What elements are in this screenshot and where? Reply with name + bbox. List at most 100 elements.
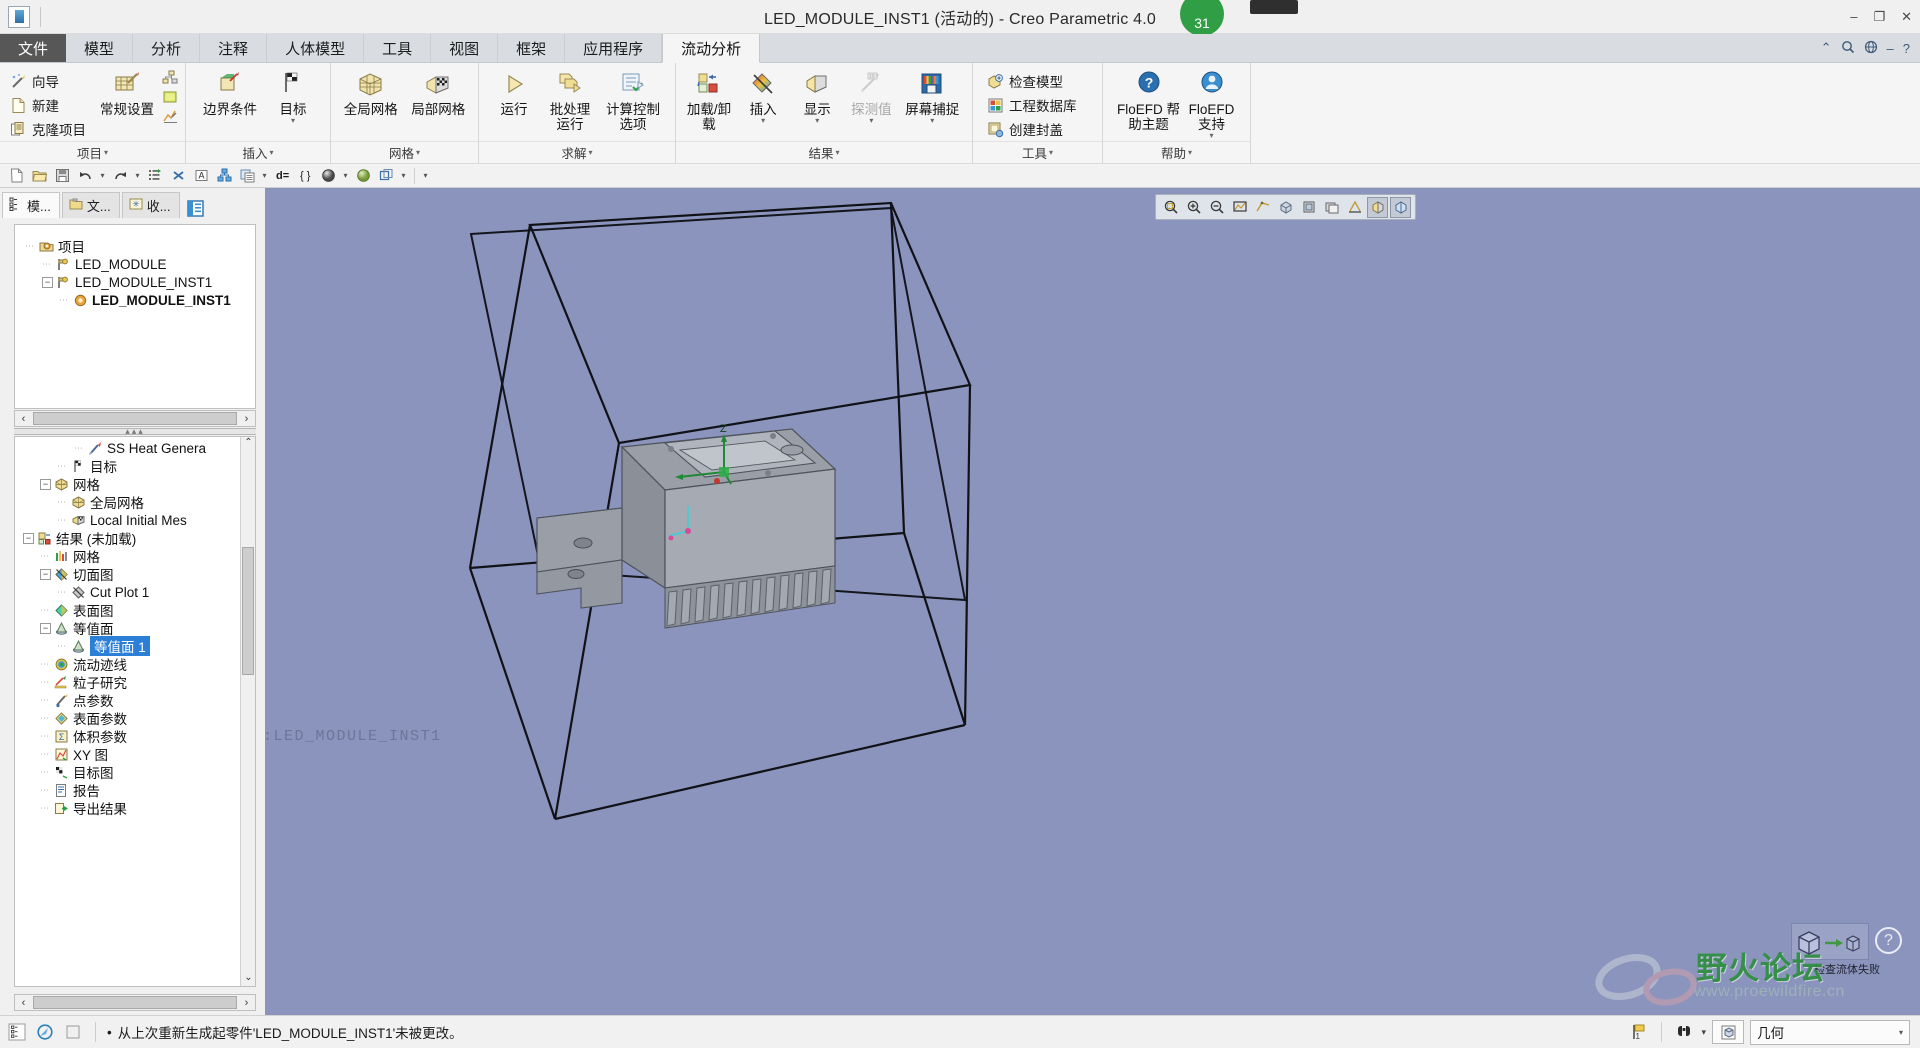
floefd-help-topics-button[interactable]: ? FloEFD 帮助主题	[1114, 68, 1184, 133]
green-square-icon[interactable]	[162, 89, 179, 106]
vscroll-up-arrow[interactable]: ⌃	[241, 437, 255, 451]
dock-panel-icon[interactable]	[186, 198, 206, 218]
check-model-button[interactable]: 检查模型	[983, 70, 1081, 92]
minimize-ribbon-icon[interactable]: –	[1887, 41, 1894, 56]
tree-item[interactable]: − 网格	[19, 475, 255, 493]
layer-icon[interactable]	[237, 166, 257, 186]
tree-item[interactable]: ⋯ Cut Plot 1	[19, 583, 255, 601]
probe-value-button[interactable]: 19.7 探测值 ▾	[844, 68, 898, 125]
batch-run-button[interactable]: 批处理运行	[542, 68, 598, 133]
tree-item[interactable]: − LED_MODULE_INST1	[21, 273, 251, 291]
nav-tab-model-tree[interactable]: 模...	[2, 192, 60, 218]
general-settings-button[interactable]: 常规设置	[94, 68, 160, 118]
tree-bottom-horizontal-scrollbar[interactable]: ‹ ›	[14, 994, 256, 1011]
tree-item[interactable]: ⋯ 粒子研究	[19, 673, 255, 691]
nav-tab-favorites[interactable]: ✳ 收...	[121, 192, 180, 218]
shading-sphere-icon[interactable]	[318, 166, 338, 186]
collapse-toggle-icon[interactable]: −	[40, 478, 51, 490]
tree-item[interactable]: ⋯ Local Initial Mes	[19, 511, 255, 529]
tab-flow-analysis[interactable]: 流动分析	[662, 34, 761, 63]
browser-icon[interactable]	[34, 1021, 56, 1043]
tree-item[interactable]: − 切面图	[19, 565, 255, 583]
tab-file[interactable]: 文件	[0, 34, 67, 62]
tab-framework[interactable]: 框架	[498, 34, 566, 62]
tree-item[interactable]: ⋯ 报告	[19, 781, 255, 799]
selection-filter-combo[interactable]: 几何 ▾	[1750, 1019, 1910, 1045]
assembly-icon[interactable]	[214, 166, 234, 186]
tree-splitter[interactable]: ▴▴▴	[14, 427, 256, 436]
tab-tools[interactable]: 工具	[364, 34, 432, 62]
screen-capture-button[interactable]: 屏幕捕捉 ▾	[898, 68, 966, 125]
hscroll2-thumb[interactable]	[33, 996, 237, 1009]
overflow-caret[interactable]: ▾	[421, 171, 430, 180]
display-result-button[interactable]: 显示 ▾	[790, 68, 844, 125]
binoculars-icon[interactable]	[1673, 1021, 1695, 1043]
component-tree-icon[interactable]	[162, 70, 179, 87]
hscroll-right-arrow[interactable]: ›	[238, 413, 255, 425]
floefd-support-button[interactable]: FloEFD 支持 ▾	[1184, 68, 1240, 140]
graphics-help-button[interactable]: ?	[1875, 927, 1902, 954]
tree-item[interactable]: ⋯ 表面参数	[19, 709, 255, 727]
insert-result-button[interactable]: 插入 ▾	[736, 68, 790, 125]
tree-item[interactable]: ⋯ LED_MODULE_INST1	[21, 291, 251, 309]
tree-item[interactable]: ⋯ SS Heat Genera	[19, 439, 255, 457]
selection-filter-caret[interactable]: ▾	[1899, 1028, 1903, 1037]
view-manager-icon[interactable]	[376, 166, 396, 186]
create-lid-button[interactable]: 创建封盖	[983, 118, 1081, 140]
hscroll-thumb[interactable]	[33, 412, 237, 425]
redo-caret[interactable]: ▾	[133, 171, 142, 180]
tree-item[interactable]: ⋯ 目标	[19, 457, 255, 475]
tree-item[interactable]: ⋯ 全局网格	[19, 493, 255, 511]
engineering-database-button[interactable]: 工程数据库	[983, 94, 1081, 116]
save-icon[interactable]	[52, 166, 72, 186]
project-tree-top[interactable]: ⋯ 项目 ⋯ LED_MODULE − LED_MODULE_INST1 ⋯ LED_MODU…	[14, 224, 256, 409]
tab-manikin[interactable]: 人体模型	[267, 34, 365, 62]
search-dropdown-caret[interactable]: ▾	[1701, 1027, 1706, 1038]
tree-item[interactable]: ⋯ Σ 体积参数	[19, 727, 255, 745]
annotation-a-icon[interactable]: A	[191, 166, 211, 186]
load-unload-button[interactable]: 加载/卸载	[682, 68, 736, 133]
screen-capture-caret[interactable]: ▾	[930, 117, 934, 125]
undo-caret[interactable]: ▾	[98, 171, 107, 180]
model-tree-small-icon[interactable]	[6, 1021, 28, 1043]
tree-item[interactable]: ⋯ 点参数	[19, 691, 255, 709]
new-file-icon[interactable]	[6, 166, 26, 186]
shading-caret[interactable]: ▾	[341, 171, 350, 180]
tree-item[interactable]: ⋯ 项目	[21, 237, 251, 255]
local-mesh-button[interactable]: 局部网格	[405, 68, 473, 118]
close-button[interactable]: ✕	[1901, 10, 1912, 23]
collapse-toggle-icon[interactable]: −	[40, 622, 51, 634]
new-project-button[interactable]: 新建	[6, 94, 90, 116]
tree-vertical-scrollbar[interactable]: ⌃ ⌄	[240, 437, 255, 986]
search-icon[interactable]	[1841, 40, 1855, 57]
insert-result-caret[interactable]: ▾	[761, 117, 765, 125]
tree-horizontal-scrollbar[interactable]: ‹ ›	[14, 410, 256, 427]
redo-icon[interactable]	[110, 166, 130, 186]
convert-body-icon[interactable]	[1791, 923, 1869, 960]
run-button[interactable]: 运行	[486, 68, 542, 118]
graphics-viewport[interactable]: Z 来例:LED_MODULE_INST1	[265, 188, 1920, 1015]
brackets-icon[interactable]: { }	[295, 166, 315, 186]
clone-project-button[interactable]: 克隆项目	[6, 118, 90, 140]
hscroll-left-arrow[interactable]: ‹	[15, 413, 32, 425]
view-caret[interactable]: ▾	[399, 171, 408, 180]
close-window-icon[interactable]	[168, 166, 188, 186]
minimize-button[interactable]: –	[1850, 10, 1857, 23]
wizard-button[interactable]: 向导	[6, 70, 90, 92]
undo-icon[interactable]	[75, 166, 95, 186]
maximize-button[interactable]: ❐	[1873, 10, 1885, 23]
tab-annotate[interactable]: 注释	[200, 34, 268, 62]
appearance-sphere-icon[interactable]	[353, 166, 373, 186]
globe-icon[interactable]	[1864, 40, 1878, 57]
collapse-toggle-icon[interactable]: −	[40, 568, 51, 580]
hscroll2-right-arrow[interactable]: ›	[238, 997, 255, 1009]
tree-item[interactable]: ⋯ 网格	[19, 547, 255, 565]
probe-value-caret[interactable]: ▾	[869, 117, 873, 125]
dimension-icon[interactable]: d=	[272, 166, 292, 186]
tree-item[interactable]: ⋯ 导出结果	[19, 799, 255, 817]
regenerate-icon[interactable]	[145, 166, 165, 186]
hscroll2-left-arrow[interactable]: ‹	[15, 997, 32, 1009]
tab-view[interactable]: 视图	[431, 34, 499, 62]
help-icon[interactable]: ?	[1903, 41, 1910, 56]
flag-1-icon[interactable]: 1	[1628, 1021, 1650, 1043]
